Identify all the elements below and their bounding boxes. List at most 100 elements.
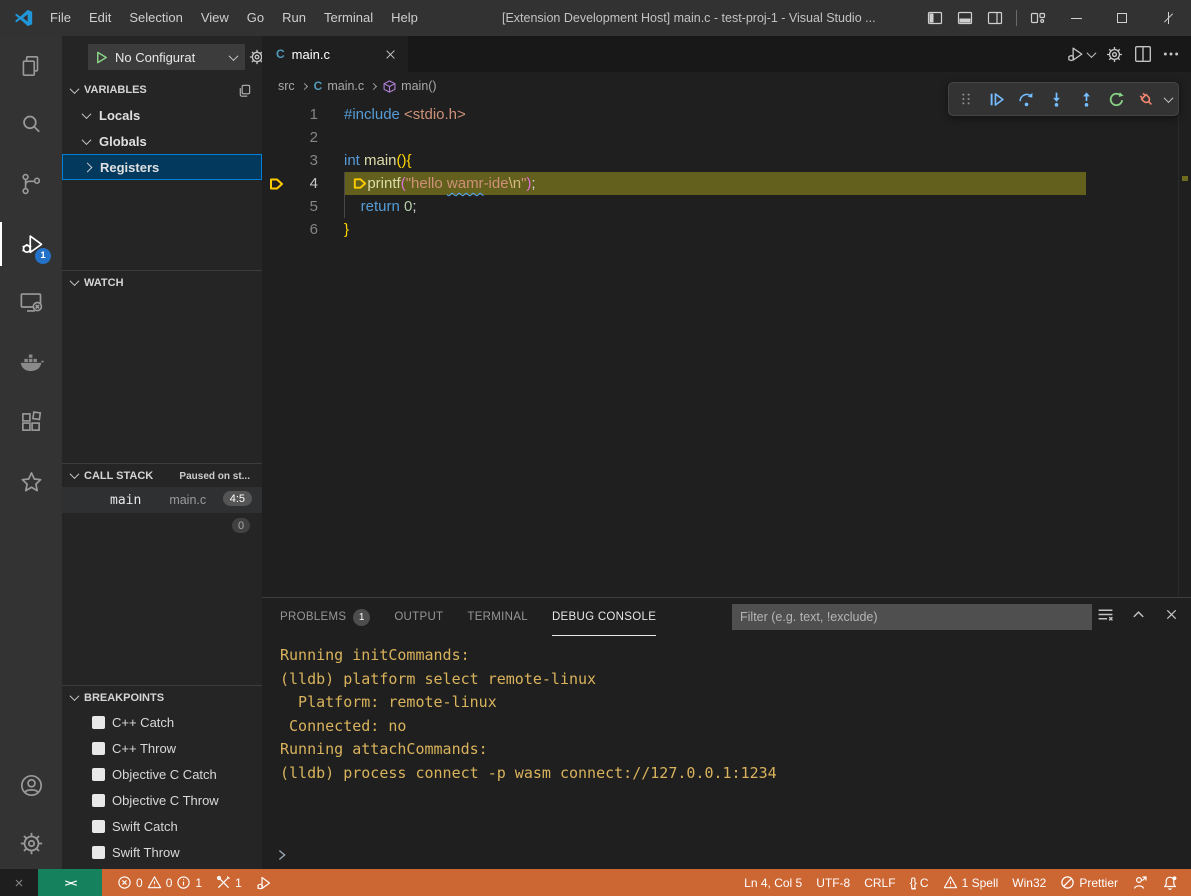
code-editor[interactable]: 1#include <stdio.h>23int main(){4 printf…	[262, 100, 1191, 597]
spell-checker-status[interactable]: 1 Spell	[936, 869, 1006, 896]
breakpoint-row[interactable]: Objective C Catch	[62, 761, 262, 787]
eol-indicator[interactable]: CRLF	[857, 869, 902, 896]
menu-help[interactable]: Help	[382, 0, 427, 36]
code-line-6[interactable]: 6}	[262, 218, 1191, 241]
run-and-debug-icon[interactable]: 1	[0, 222, 62, 266]
split-editor-icon[interactable]	[1131, 41, 1155, 67]
search-icon[interactable]	[0, 102, 62, 146]
run-or-debug-icon[interactable]	[1063, 41, 1098, 67]
debug-config-dropdown[interactable]: No Configurat	[88, 44, 245, 70]
checkbox-unchecked[interactable]	[92, 846, 105, 859]
toggle-sidebar-icon[interactable]	[920, 0, 950, 36]
toggle-secondary-sidebar-icon[interactable]	[980, 0, 1010, 36]
extensions-icon[interactable]	[0, 400, 62, 444]
breadcrumb-symbol[interactable]: main()	[401, 79, 436, 93]
breadcrumb-folder[interactable]: src	[278, 79, 295, 93]
problems-status[interactable]: 0 0 1	[110, 869, 209, 896]
formatter-status[interactable]: Prettier	[1053, 869, 1125, 896]
notifications-status[interactable]	[1155, 869, 1185, 896]
checkbox-unchecked[interactable]	[92, 794, 105, 807]
remote-explorer-icon[interactable]	[0, 280, 62, 324]
feedback-status[interactable]	[1125, 869, 1155, 896]
maximize-panel-icon[interactable]	[1128, 604, 1148, 624]
breakpoint-row[interactable]: C++ Catch	[62, 709, 262, 735]
platform-indicator[interactable]: Win32	[1005, 869, 1053, 896]
debug-session-status[interactable]	[249, 869, 279, 896]
settings-gear-icon[interactable]	[0, 821, 62, 865]
breakpoint-row[interactable]: Swift Throw	[62, 839, 262, 865]
menu-run[interactable]: Run	[273, 0, 315, 36]
minimize-button[interactable]	[1053, 0, 1099, 36]
checkbox-unchecked[interactable]	[92, 768, 105, 781]
continue-icon[interactable]	[983, 86, 1009, 112]
editor-settings-gear-icon[interactable]	[1102, 41, 1127, 67]
glyph-margin[interactable]	[262, 218, 290, 241]
menu-edit[interactable]: Edit	[80, 0, 120, 36]
close-button[interactable]	[1145, 0, 1191, 36]
clear-console-icon[interactable]	[1095, 604, 1115, 624]
code-line-3[interactable]: 3int main(){	[262, 149, 1191, 172]
copy-icon[interactable]	[237, 83, 252, 98]
cursor-position[interactable]: Ln 4, Col 5	[737, 869, 809, 896]
tab-problems[interactable]: PROBLEMS 1	[280, 598, 370, 636]
explorer-icon[interactable]	[0, 44, 62, 88]
glyph-margin[interactable]	[262, 126, 290, 149]
menu-file[interactable]: File	[41, 0, 80, 36]
console-filter-input[interactable]	[732, 604, 1092, 630]
tab-close-icon[interactable]	[382, 46, 398, 62]
scope-registers[interactable]: Registers	[62, 154, 262, 180]
overview-ruler[interactable]	[1178, 100, 1191, 597]
menu-selection[interactable]: Selection	[120, 0, 191, 36]
language-mode[interactable]: {̰̰} C	[903, 869, 936, 896]
debug-session-row[interactable]: 0	[62, 513, 262, 541]
stack-frame-row[interactable]: main main.c 4:5	[62, 487, 262, 513]
maximize-button[interactable]	[1099, 0, 1145, 36]
menu-terminal[interactable]: Terminal	[315, 0, 382, 36]
menu-view[interactable]: View	[192, 0, 238, 36]
star-extension-icon[interactable]	[0, 460, 62, 504]
drag-grip-icon[interactable]	[953, 86, 979, 112]
call-stack-section-header[interactable]: CALL STACK Paused on st...	[62, 463, 262, 487]
encoding-indicator[interactable]: UTF-8	[809, 869, 857, 896]
account-icon[interactable]	[0, 763, 62, 807]
ports-status[interactable]: 1	[209, 869, 249, 896]
breadcrumb-file[interactable]: main.c	[327, 79, 364, 93]
breakpoint-row[interactable]: Objective C Throw	[62, 787, 262, 813]
glyph-margin[interactable]	[262, 195, 290, 218]
docker-icon[interactable]	[0, 340, 62, 384]
code-line-2[interactable]: 2	[262, 126, 1191, 149]
watch-section-header[interactable]: WATCH	[62, 270, 262, 294]
step-over-icon[interactable]	[1013, 86, 1039, 112]
menu-go[interactable]: Go	[238, 0, 273, 36]
tab-terminal[interactable]: TERMINAL	[467, 598, 528, 636]
checkbox-unchecked[interactable]	[92, 820, 105, 833]
glyph-margin[interactable]	[262, 149, 290, 172]
tab-debug-console[interactable]: DEBUG CONSOLE	[552, 598, 656, 636]
chevron-down-icon[interactable]	[1164, 93, 1174, 103]
source-control-icon[interactable]	[0, 162, 62, 206]
tab-main-c[interactable]: C main.c	[262, 36, 408, 72]
glyph-margin[interactable]	[262, 103, 290, 126]
step-out-icon[interactable]	[1073, 86, 1099, 112]
variables-section-header[interactable]: VARIABLES	[62, 78, 262, 102]
scope-locals[interactable]: Locals	[62, 102, 262, 128]
tab-output[interactable]: OUTPUT	[394, 598, 443, 636]
remote-indicator[interactable]: ><	[38, 869, 102, 896]
restart-icon[interactable]	[1103, 86, 1129, 112]
breakpoint-row[interactable]: Swift Catch	[62, 813, 262, 839]
glyph-margin[interactable]	[262, 172, 290, 195]
customize-layout-icon[interactable]	[1023, 0, 1053, 36]
code-line-4[interactable]: 4 printf("hello wamr-ide\n");	[262, 172, 1191, 195]
breakpoints-section-header[interactable]: BREAKPOINTS	[62, 685, 262, 709]
toggle-panel-icon[interactable]	[950, 0, 980, 36]
more-actions-icon[interactable]	[1159, 41, 1183, 67]
checkbox-unchecked[interactable]	[92, 716, 105, 729]
close-panel-icon[interactable]	[1161, 604, 1181, 624]
checkbox-unchecked[interactable]	[92, 742, 105, 755]
debug-settings-gear-icon[interactable]	[248, 48, 262, 66]
code-line-5[interactable]: 5 return 0;	[262, 195, 1191, 218]
scope-globals[interactable]: Globals	[62, 128, 262, 154]
console-input[interactable]	[262, 843, 1191, 867]
disconnect-icon[interactable]	[1133, 86, 1159, 112]
step-into-icon[interactable]	[1043, 86, 1069, 112]
